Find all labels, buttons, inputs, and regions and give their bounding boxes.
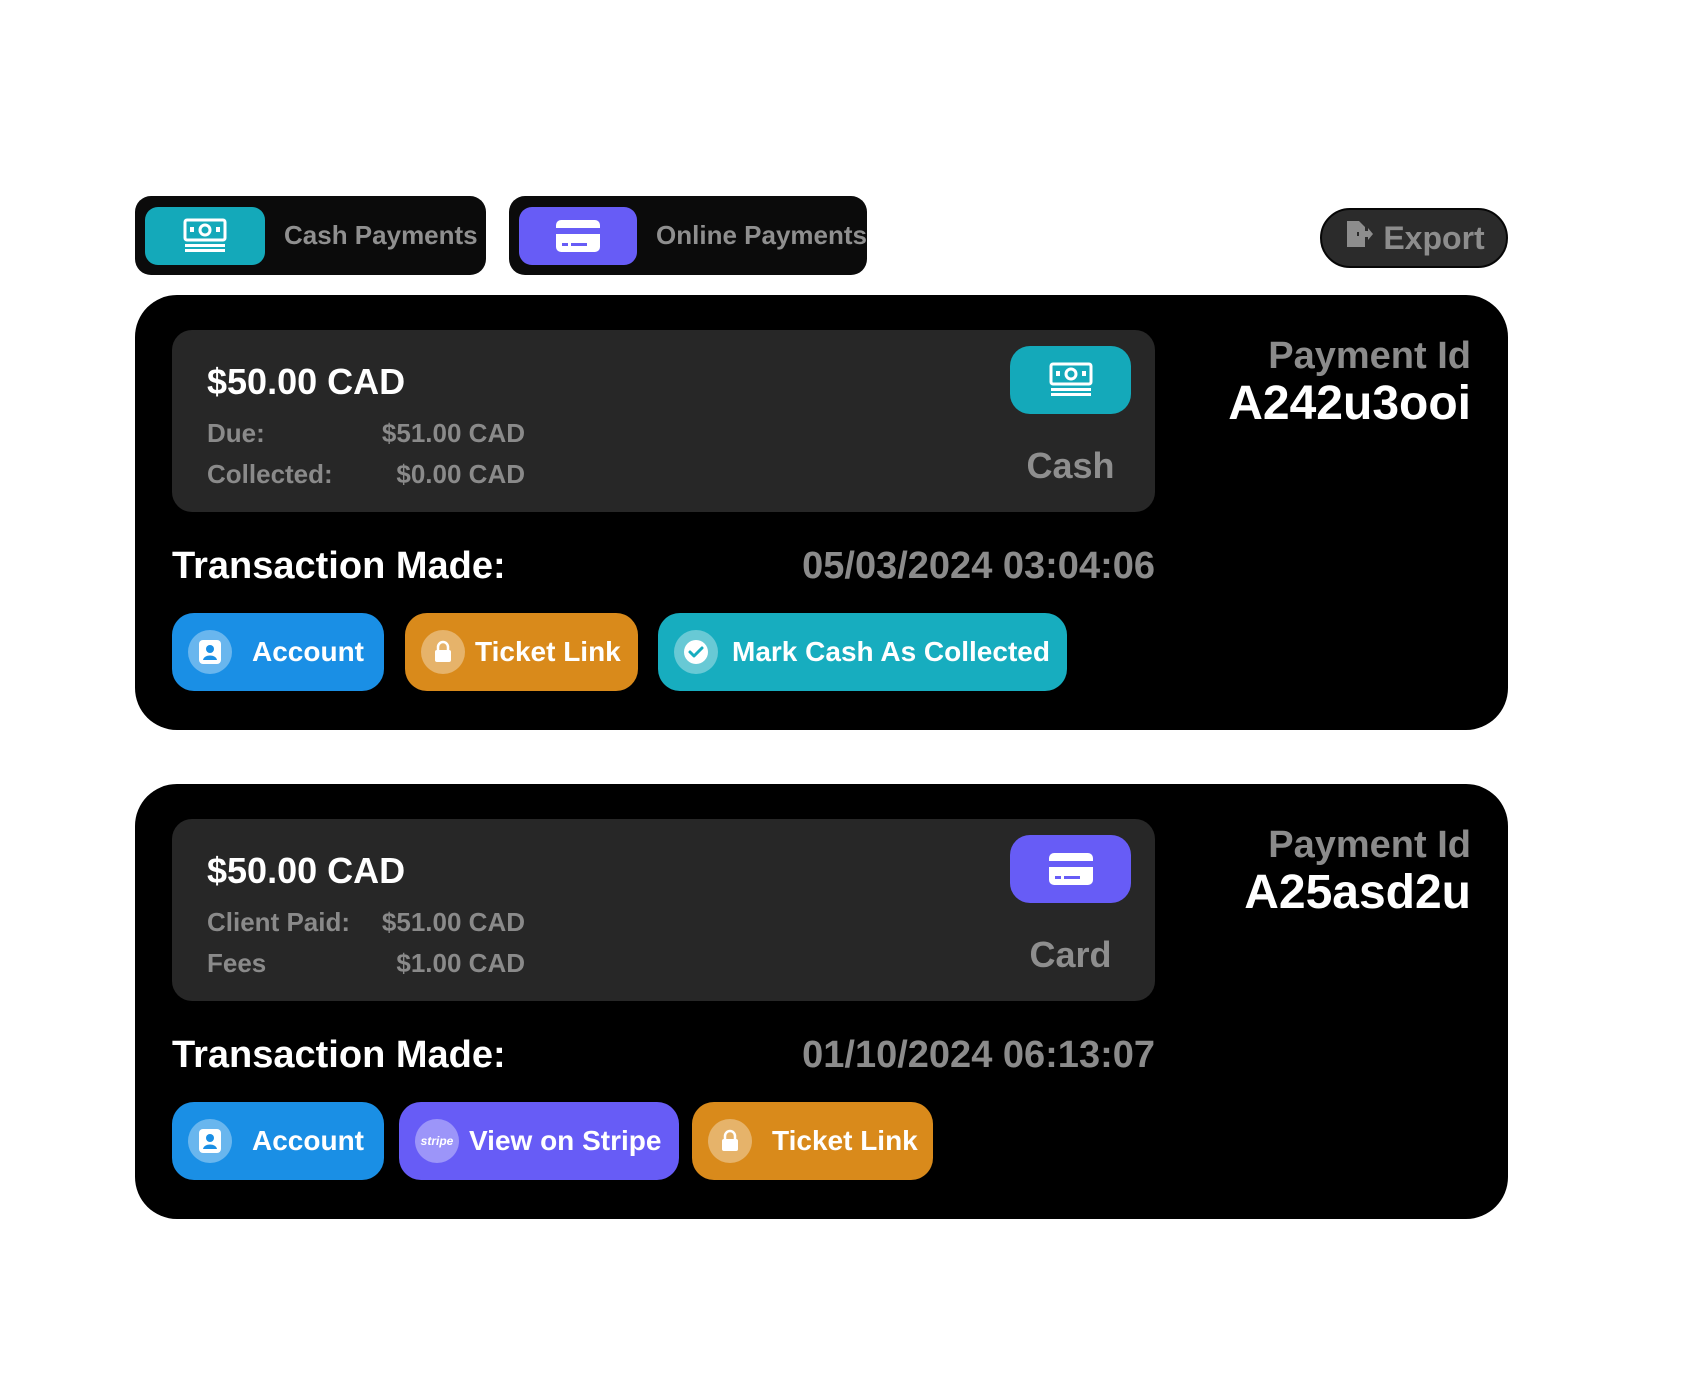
- payment-amount: $50.00 CAD: [207, 361, 406, 402]
- cash-icon: [1010, 346, 1131, 414]
- detail-value: $51.00 CAD: [381, 907, 525, 937]
- transaction-label: Transaction Made:: [172, 545, 506, 587]
- tab-online-payments-label: Online Payments: [656, 220, 867, 250]
- view-on-stripe-label: View on Stripe: [469, 1125, 662, 1156]
- export-button[interactable]: Export: [1320, 208, 1508, 268]
- payment-method-label: Cash: [1026, 445, 1115, 486]
- tab-cash-payments-label: Cash Payments: [284, 220, 478, 250]
- detail-label: Collected:: [207, 459, 333, 489]
- credit-card-icon: [1010, 835, 1131, 903]
- detail-label: Client Paid:: [207, 907, 351, 937]
- payment-id-value: A25asd2u: [1244, 866, 1471, 919]
- detail-value: $0.00 CAD: [396, 459, 525, 489]
- detail-value: $1.00 CAD: [396, 948, 525, 978]
- account-button-label: Account: [252, 636, 364, 667]
- payment-card: $50.00 CAD Due: $51.00 CAD Collected: $0…: [135, 295, 1508, 730]
- tab-online-payments[interactable]: Online Payments: [509, 196, 867, 275]
- payment-id-value: A242u3ooi: [1228, 377, 1471, 430]
- amount-panel: $50.00 CAD Client Paid: $51.00 CAD Fees …: [172, 819, 1155, 1001]
- detail-value: $51.00 CAD: [381, 418, 525, 448]
- check-circle-icon: [674, 630, 718, 674]
- amount-panel: $50.00 CAD Due: $51.00 CAD Collected: $0…: [172, 330, 1155, 512]
- mark-cash-collected-label: Mark Cash As Collected: [732, 636, 1050, 667]
- cash-icon: [145, 206, 265, 265]
- detail-label: Due:: [207, 418, 265, 448]
- account-button[interactable]: Account: [172, 1102, 384, 1180]
- export-icon: [1343, 219, 1374, 257]
- account-button[interactable]: Account: [172, 613, 384, 691]
- transaction-date: 05/03/2024 03:04:06: [802, 545, 1155, 587]
- account-button-label: Account: [252, 1125, 364, 1156]
- mark-cash-collected-button[interactable]: Mark Cash As Collected: [658, 613, 1067, 691]
- account-icon: [188, 1119, 232, 1163]
- tab-cash-payments[interactable]: Cash Payments: [135, 196, 486, 275]
- stripe-icon: stripe: [415, 1119, 459, 1163]
- transaction-date: 01/10/2024 06:13:07: [802, 1034, 1155, 1076]
- export-label: Export: [1383, 219, 1485, 256]
- ticket-link-button[interactable]: Ticket Link: [405, 613, 638, 691]
- payment-method-label: Card: [1029, 934, 1112, 975]
- ticket-link-button[interactable]: Ticket Link: [692, 1102, 933, 1180]
- lock-icon: [708, 1119, 752, 1163]
- ticket-link-label: Ticket Link: [475, 636, 621, 667]
- detail-label: Fees: [207, 948, 267, 978]
- view-on-stripe-button[interactable]: stripe View on Stripe: [399, 1102, 679, 1180]
- payment-id-label: Payment Id: [1268, 335, 1471, 377]
- payment-id-label: Payment Id: [1268, 824, 1471, 866]
- payment-amount: $50.00 CAD: [207, 850, 406, 891]
- ticket-link-label: Ticket Link: [772, 1125, 918, 1156]
- transaction-label: Transaction Made:: [172, 1034, 506, 1076]
- payment-card: $50.00 CAD Client Paid: $51.00 CAD Fees …: [135, 784, 1508, 1219]
- lock-icon: [421, 630, 465, 674]
- stripe-icon-text: stripe: [420, 1134, 454, 1148]
- account-icon: [188, 630, 232, 674]
- credit-card-icon: [519, 206, 638, 265]
